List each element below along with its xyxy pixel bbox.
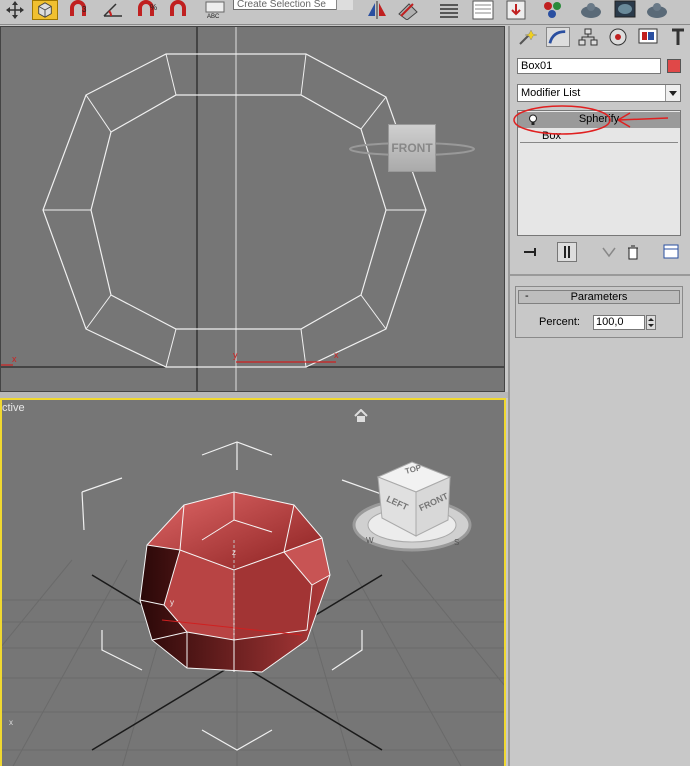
annotation-highlight [513,105,669,135]
front-viewport[interactable]: x x y FRONT [0,26,505,392]
object-name-field[interactable]: Box01 [517,58,661,74]
svg-text:ABC: ABC [207,14,220,20]
percent-input[interactable]: 100,0 [593,315,645,330]
main-toolbar: 3 % ABC Create Selection Se [0,0,690,25]
modify-icon[interactable] [546,27,570,47]
layers-icon[interactable] [436,0,462,20]
schematic-icon[interactable] [503,0,529,20]
axis-x-label: x [9,718,13,727]
configure-sets-icon[interactable] [661,242,681,262]
percent-spinner[interactable] [646,315,656,330]
spinner-snap-icon[interactable] [166,0,192,20]
pin-stack-icon[interactable] [521,242,541,262]
axis-x-label: x [334,350,339,360]
utilities-icon[interactable] [666,27,690,47]
create-icon[interactable] [516,27,540,47]
perspective-viewport[interactable]: ctive TOP LEFT FRONT W S z y x [0,398,506,766]
show-end-result-icon[interactable] [557,242,577,262]
modifier-list-label: Modifier List [521,87,581,99]
axis-x-label-origin: x [12,354,17,364]
perspective-scene [2,441,504,766]
render-setup-icon[interactable] [578,0,604,20]
hierarchy-icon[interactable] [576,27,600,47]
parameters-rollout: - Parameters Percent: 100,0 [515,286,683,338]
command-panel-tabs [516,26,688,48]
svg-text:3: 3 [82,5,87,14]
spelling-icon[interactable]: ABC [203,0,229,20]
named-selection-set-dropdown[interactable]: Create Selection Se [233,0,353,10]
viewcube-front[interactable]: FRONT [388,124,436,172]
mirror-icon[interactable] [364,0,390,20]
object-color-swatch[interactable] [667,59,681,73]
panel-divider [510,274,690,276]
angle-snap-icon[interactable] [100,0,126,20]
curve-editor-icon[interactable] [470,0,496,20]
rollout-title: Parameters [570,291,628,303]
axis-y-label: y [170,598,174,607]
motion-icon[interactable] [606,27,630,47]
chevron-down-icon[interactable] [336,0,353,10]
material-editor-icon[interactable] [540,0,566,20]
compass-w: W [366,536,374,545]
align-icon[interactable] [395,0,421,21]
axis-z-label: z [232,548,236,557]
svg-text:%: % [150,3,157,12]
rendered-frame-icon[interactable] [612,0,638,20]
stack-toolbar [517,242,681,264]
compass-s: S [454,538,460,547]
select-object-icon[interactable] [32,0,58,20]
magnet-3d-icon[interactable]: 3 [66,0,92,20]
front-wireframe [1,27,504,391]
render-icon[interactable] [644,0,670,20]
home-icon[interactable] [354,408,368,423]
percent-label: Percent: [539,316,580,328]
display-icon[interactable] [636,27,660,47]
remove-modifier-icon[interactable] [623,242,643,262]
parameters-rollout-header[interactable]: - Parameters [518,290,680,304]
make-unique-icon[interactable] [599,242,619,262]
percent-snap-icon[interactable]: % [134,0,160,20]
chevron-down-icon[interactable] [665,85,680,101]
axis-y-label: y [233,350,238,360]
select-move-icon[interactable] [2,0,28,20]
